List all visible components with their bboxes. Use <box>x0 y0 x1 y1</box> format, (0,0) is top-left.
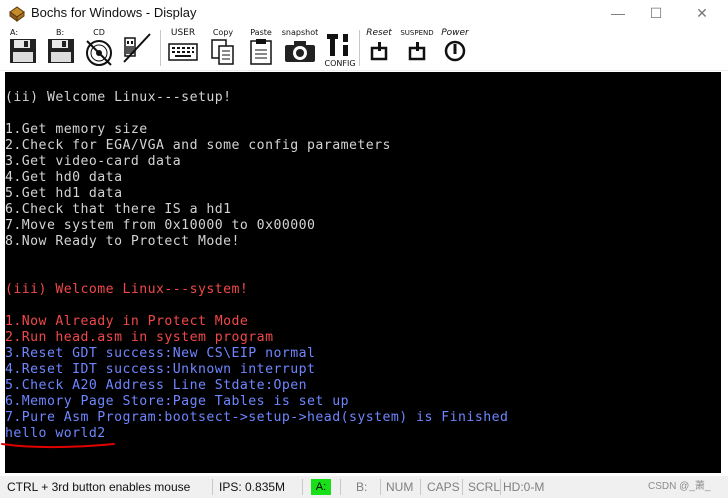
config-label: CONFIG <box>324 59 356 68</box>
usb-icon <box>122 32 152 69</box>
title-bar: Bochs for Windows - Display — ☐ ✕ <box>0 0 728 26</box>
window-title: Bochs for Windows - Display <box>31 5 197 20</box>
snapshot-label: snapshot <box>281 28 319 37</box>
floppy-a-button[interactable]: A: <box>4 28 42 68</box>
reset-icon <box>369 41 389 66</box>
console-line: 4.Reset IDT success:Unknown interrupt <box>5 362 316 377</box>
status-divider <box>302 479 303 495</box>
suspend-icon <box>407 41 427 66</box>
console-line: 8.Now Ready to Protect Mode! <box>5 234 240 249</box>
copy-button[interactable]: Copy <box>204 28 242 68</box>
reset-label: Reset <box>366 28 392 38</box>
console-line: 2.Check for EGA/VGA and some config para… <box>5 138 391 153</box>
suspend-label: SUSPEND <box>400 29 434 37</box>
console-line: 6.Check that there IS a hd1 <box>5 202 232 217</box>
minimize-button[interactable]: — <box>598 2 638 24</box>
console-line: 3.Get video-card data <box>5 154 182 169</box>
suspend-button[interactable]: SUSPEND <box>398 28 436 68</box>
floppy-disk-icon <box>47 38 75 69</box>
bochs-app-icon <box>8 4 26 22</box>
reset-button[interactable]: Reset <box>360 28 398 68</box>
console-line: 1.Get memory size <box>5 122 148 137</box>
cdrom-button[interactable]: CD <box>80 28 118 68</box>
maximize-button[interactable]: ☐ <box>636 2 676 24</box>
console-line: 1.Now Already in Protect Mode <box>5 314 249 329</box>
console-line: 7.Move system from 0x10000 to 0x00000 <box>5 218 316 233</box>
keyboard-icon <box>168 42 198 67</box>
status-divider <box>380 479 381 495</box>
power-button[interactable]: Power <box>436 28 474 68</box>
close-button[interactable]: ✕ <box>682 2 722 24</box>
num-lock-indicator: NUM <box>386 480 414 494</box>
status-divider <box>212 479 213 495</box>
console-line: 6.Memory Page Store:Page Tables is set u… <box>5 394 349 409</box>
toolbar: A: B: CD USER Copy Paste snapshot CONFIG… <box>0 26 728 71</box>
scroll-lock-indicator: SCRL <box>468 480 501 494</box>
floppy-a-indicator: A: <box>311 479 331 495</box>
power-icon <box>444 40 466 67</box>
csdn-watermark: CSDN @_萧_ <box>648 481 711 492</box>
ips-readout: IPS: 0.835M <box>219 480 286 494</box>
emulator-display[interactable]: (ii) Welcome Linux---setup! 1.Get memory… <box>5 72 721 473</box>
copy-icon <box>210 38 236 71</box>
snapshot-button[interactable]: snapshot <box>281 28 319 68</box>
paste-label: Paste <box>250 28 272 37</box>
floppy-disk-icon <box>9 38 37 69</box>
console-line: 3.Reset GDT success:New CS\EIP normal <box>5 346 316 361</box>
caps-lock-indicator: CAPS <box>427 480 460 494</box>
cdrom-label: CD <box>93 28 105 37</box>
cdrom-icon <box>84 38 114 71</box>
paste-icon <box>248 38 274 71</box>
hard-disk-indicator: HD:0-M <box>503 480 545 494</box>
console-line: 2.Run head.asm in system program <box>5 330 274 345</box>
console-line: 4.Get hd0 data <box>5 170 123 185</box>
toolbar-separator <box>160 30 161 66</box>
red-underline-annotation <box>1 443 115 448</box>
status-divider <box>340 479 341 495</box>
user-button[interactable]: USER <box>164 28 202 68</box>
usb-button[interactable] <box>118 28 156 68</box>
setup-header: (ii) Welcome Linux---setup! <box>5 90 232 105</box>
console-line: 7.Pure Asm Program:bootsect->setup->head… <box>5 410 509 425</box>
config-button[interactable]: CONFIG <box>321 28 359 68</box>
user-label: USER <box>170 28 196 38</box>
copy-label: Copy <box>212 28 234 37</box>
status-divider <box>500 479 501 495</box>
status-bar: CTRL + 3rd button enables mouse IPS: 0.8… <box>0 476 728 498</box>
floppy-b-button[interactable]: B: <box>42 28 80 68</box>
console-line: 5.Get hd1 data <box>5 186 123 201</box>
status-divider <box>462 479 463 495</box>
system-header: (iii) Welcome Linux---system! <box>5 282 249 297</box>
paste-button[interactable]: Paste <box>242 28 280 68</box>
status-divider <box>420 479 421 495</box>
console-line: 5.Check A20 Address Line Stdate:Open <box>5 378 308 393</box>
floppy-b-indicator: B: <box>356 480 368 494</box>
mouse-hint: CTRL + 3rd button enables mouse <box>7 480 191 494</box>
camera-icon <box>284 38 316 69</box>
power-label: Power <box>441 28 469 38</box>
